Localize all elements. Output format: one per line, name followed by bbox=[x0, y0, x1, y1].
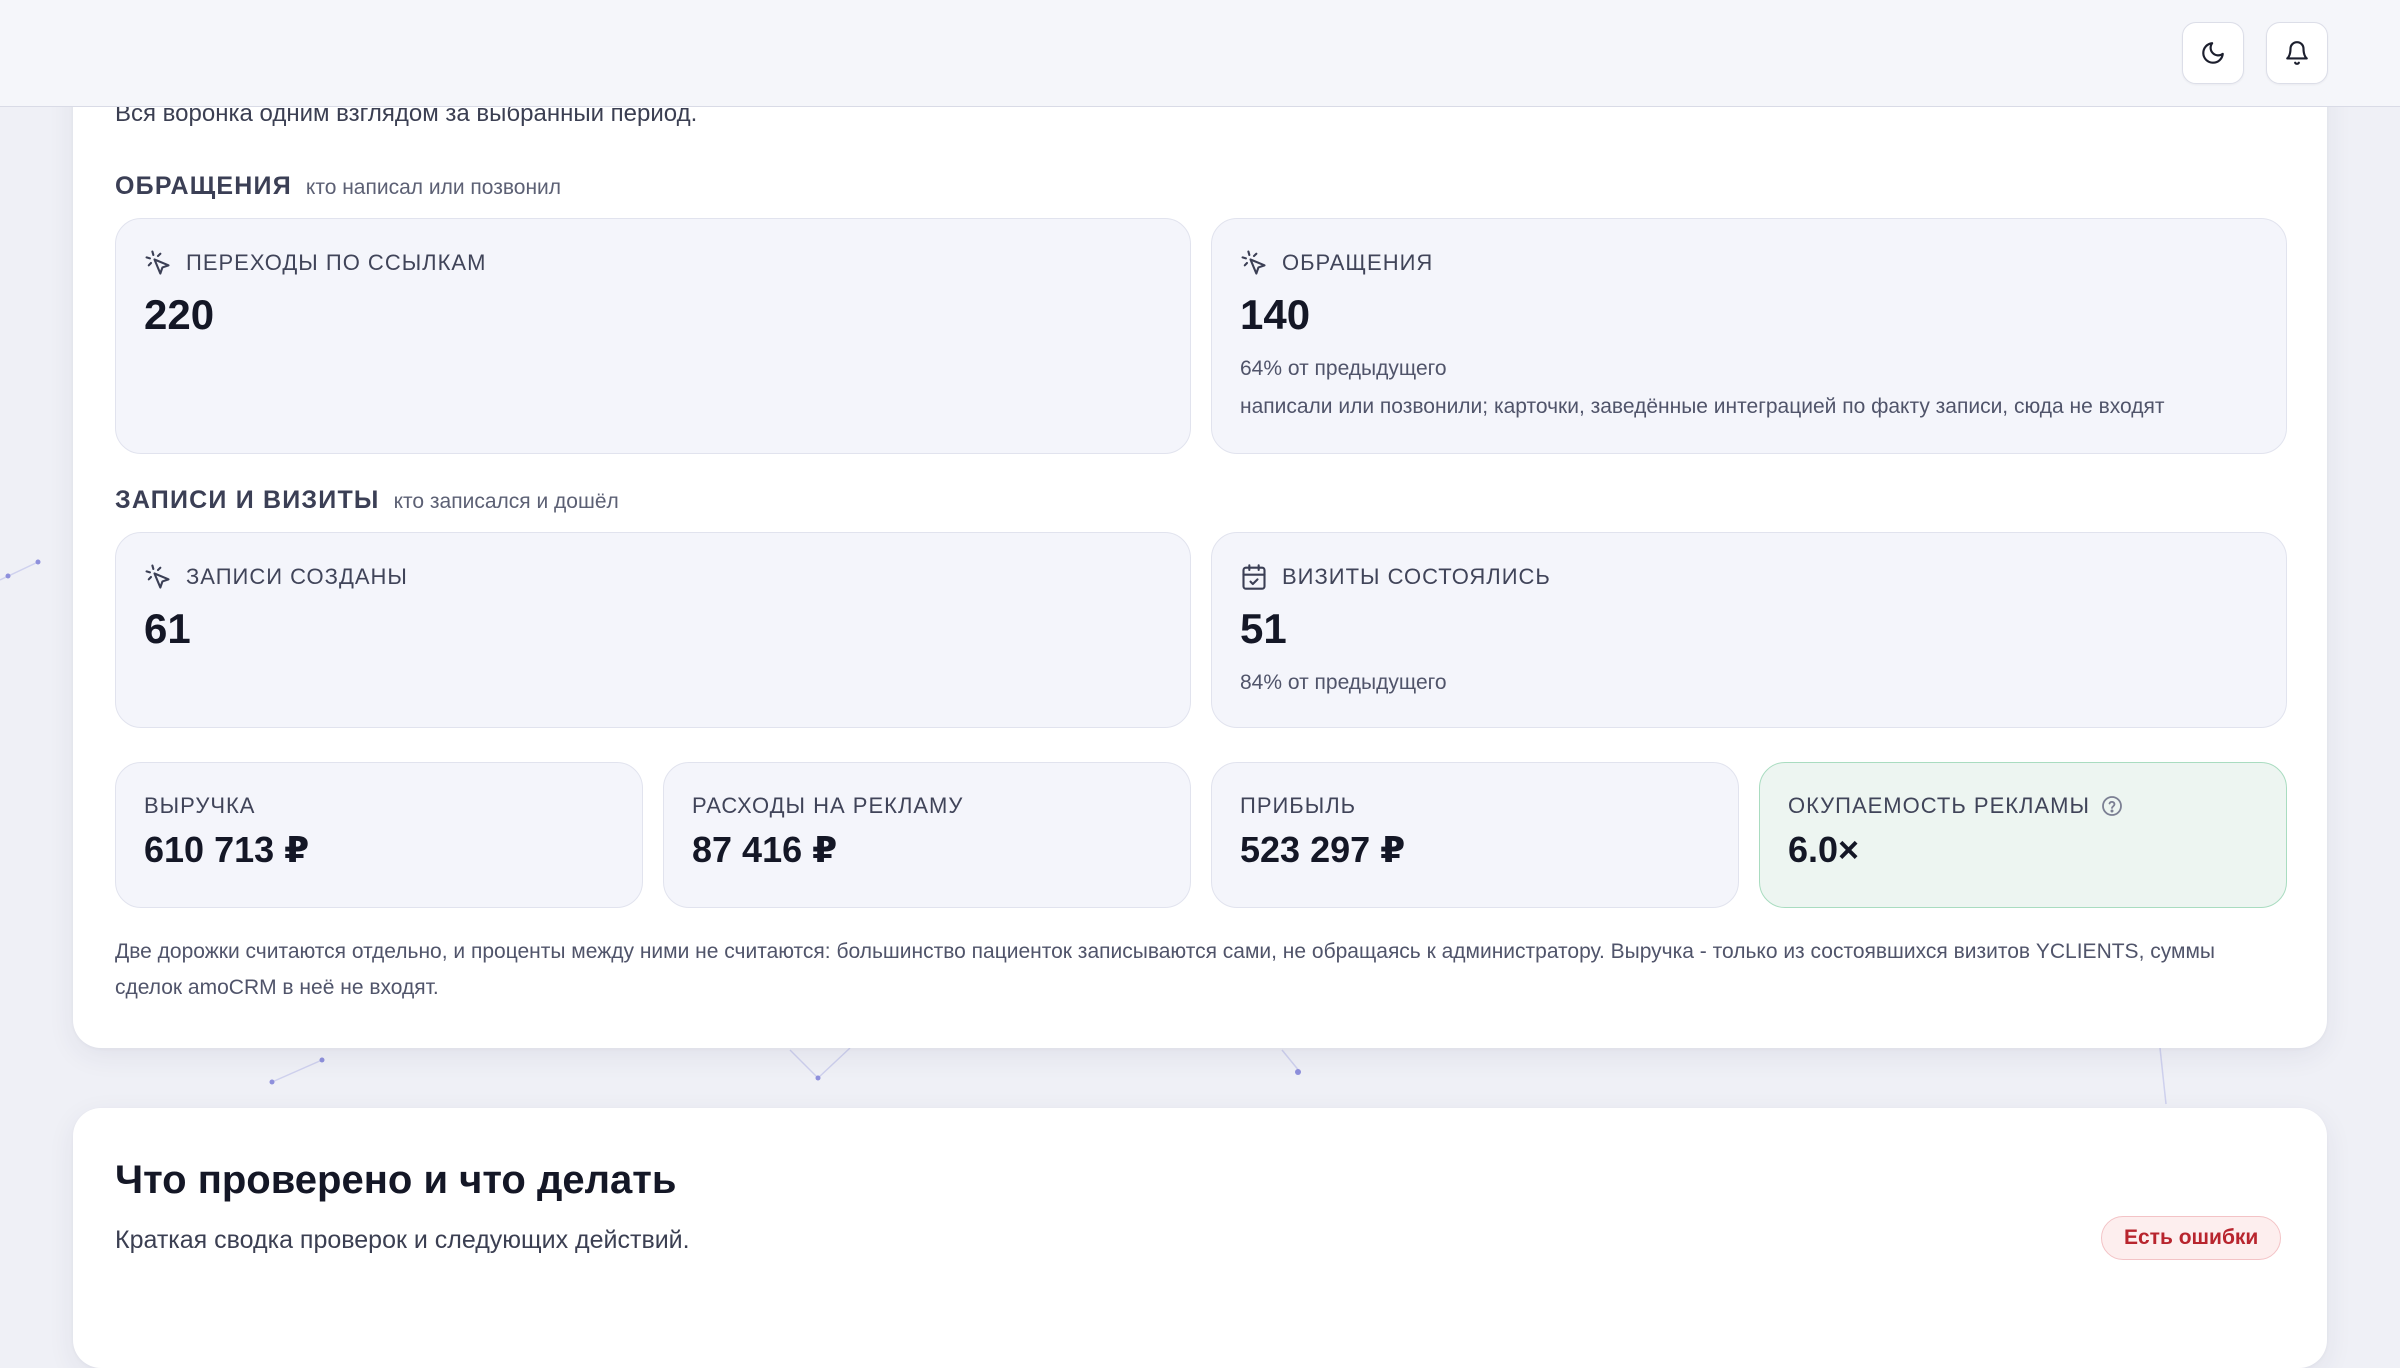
bookings-section-header: ЗАПИСИ И ВИЗИТЫ кто записался и дошёл bbox=[115, 486, 619, 515]
metric-label: ПРИБЫЛЬ bbox=[1240, 793, 1357, 818]
section-title: ОБРАЩЕНИЯ bbox=[115, 172, 292, 200]
metric-label: ОКУПАЕМОСТЬ РЕКЛАМЫ bbox=[1788, 793, 2090, 818]
metric-ratio: 84% от предыдущего bbox=[1240, 671, 1447, 694]
roas-card: ОКУПАЕМОСТЬ РЕКЛАМЫ 6.0× bbox=[1759, 762, 2287, 908]
metric-value: 87 416 ₽ bbox=[692, 829, 838, 870]
metric-label: ОБРАЩЕНИЯ bbox=[1282, 250, 1434, 275]
metric-value: 220 bbox=[144, 291, 215, 338]
status-badge: Есть ошибки bbox=[2101, 1216, 2282, 1260]
metric-value: 140 bbox=[1240, 291, 1311, 338]
cursor-click-icon bbox=[145, 250, 170, 275]
bell-icon bbox=[2286, 41, 2308, 65]
checks-title: Что проверено и что делать bbox=[115, 1158, 677, 1202]
bookings-created-card: ЗАПИСИ СОЗДАНЫ 61 bbox=[115, 532, 1191, 728]
section-hint: кто записался и дошёл bbox=[393, 490, 619, 513]
inquiries-section-header: ОБРАЩЕНИЯ кто написал или позвонил bbox=[115, 172, 561, 201]
metric-value: 61 bbox=[144, 605, 191, 652]
checks-card: Что проверено и что делать Краткая сводк… bbox=[73, 1108, 2327, 1368]
metric-value: 6.0× bbox=[1788, 829, 1860, 870]
metric-ratio: 64% от предыдущего bbox=[1240, 357, 1447, 380]
notifications-button[interactable] bbox=[2266, 22, 2328, 84]
theme-toggle-button[interactable] bbox=[2182, 22, 2244, 84]
visits-card: ВИЗИТЫ СОСТОЯЛИСЬ 51 84% от предыдущего bbox=[1211, 532, 2287, 728]
metric-label: РАСХОДЫ НА РЕКЛАМУ bbox=[692, 793, 964, 818]
help-circle-icon[interactable] bbox=[2100, 794, 2124, 818]
profit-card: ПРИБЫЛЬ 523 297 ₽ bbox=[1211, 762, 1739, 908]
checks-subtitle: Краткая сводка проверок и следующих дейс… bbox=[115, 1226, 690, 1254]
metric-value: 610 713 ₽ bbox=[144, 829, 310, 870]
section-hint: кто написал или позвонил bbox=[305, 176, 562, 199]
cursor-click-icon bbox=[145, 564, 170, 589]
ad-spend-card: РАСХОДЫ НА РЕКЛАМУ 87 416 ₽ bbox=[663, 762, 1191, 908]
cursor-click-icon bbox=[1241, 250, 1266, 275]
metric-note: написали или позвонили; карточки, заведё… bbox=[1240, 395, 2165, 418]
metric-label: ПЕРЕХОДЫ ПО ССЫЛКАМ bbox=[186, 250, 487, 275]
moon-icon bbox=[2202, 42, 2224, 64]
funnel-footnote: Две дорожки считаются отдельно, и процен… bbox=[115, 940, 2215, 999]
metric-label: ЗАПИСИ СОЗДАНЫ bbox=[186, 564, 408, 589]
metric-label: ВЫРУЧКА bbox=[144, 793, 256, 818]
top-bar bbox=[0, 0, 2400, 107]
inquiries-card: ОБРАЩЕНИЯ 140 64% от предыдущего написал… bbox=[1211, 218, 2287, 454]
funnel-card: Вся воронка одним взглядом за выбранный … bbox=[73, 40, 2327, 1048]
link-clicks-card: ПЕРЕХОДЫ ПО ССЫЛКАМ 220 bbox=[115, 218, 1191, 454]
calendar-check-icon bbox=[1242, 564, 1266, 590]
metric-value: 51 bbox=[1240, 605, 1287, 652]
metric-value: 523 297 ₽ bbox=[1240, 829, 1406, 870]
metric-label: ВИЗИТЫ СОСТОЯЛИСЬ bbox=[1282, 564, 1551, 589]
revenue-card: ВЫРУЧКА 610 713 ₽ bbox=[115, 762, 643, 908]
section-title: ЗАПИСИ И ВИЗИТЫ bbox=[115, 486, 380, 514]
